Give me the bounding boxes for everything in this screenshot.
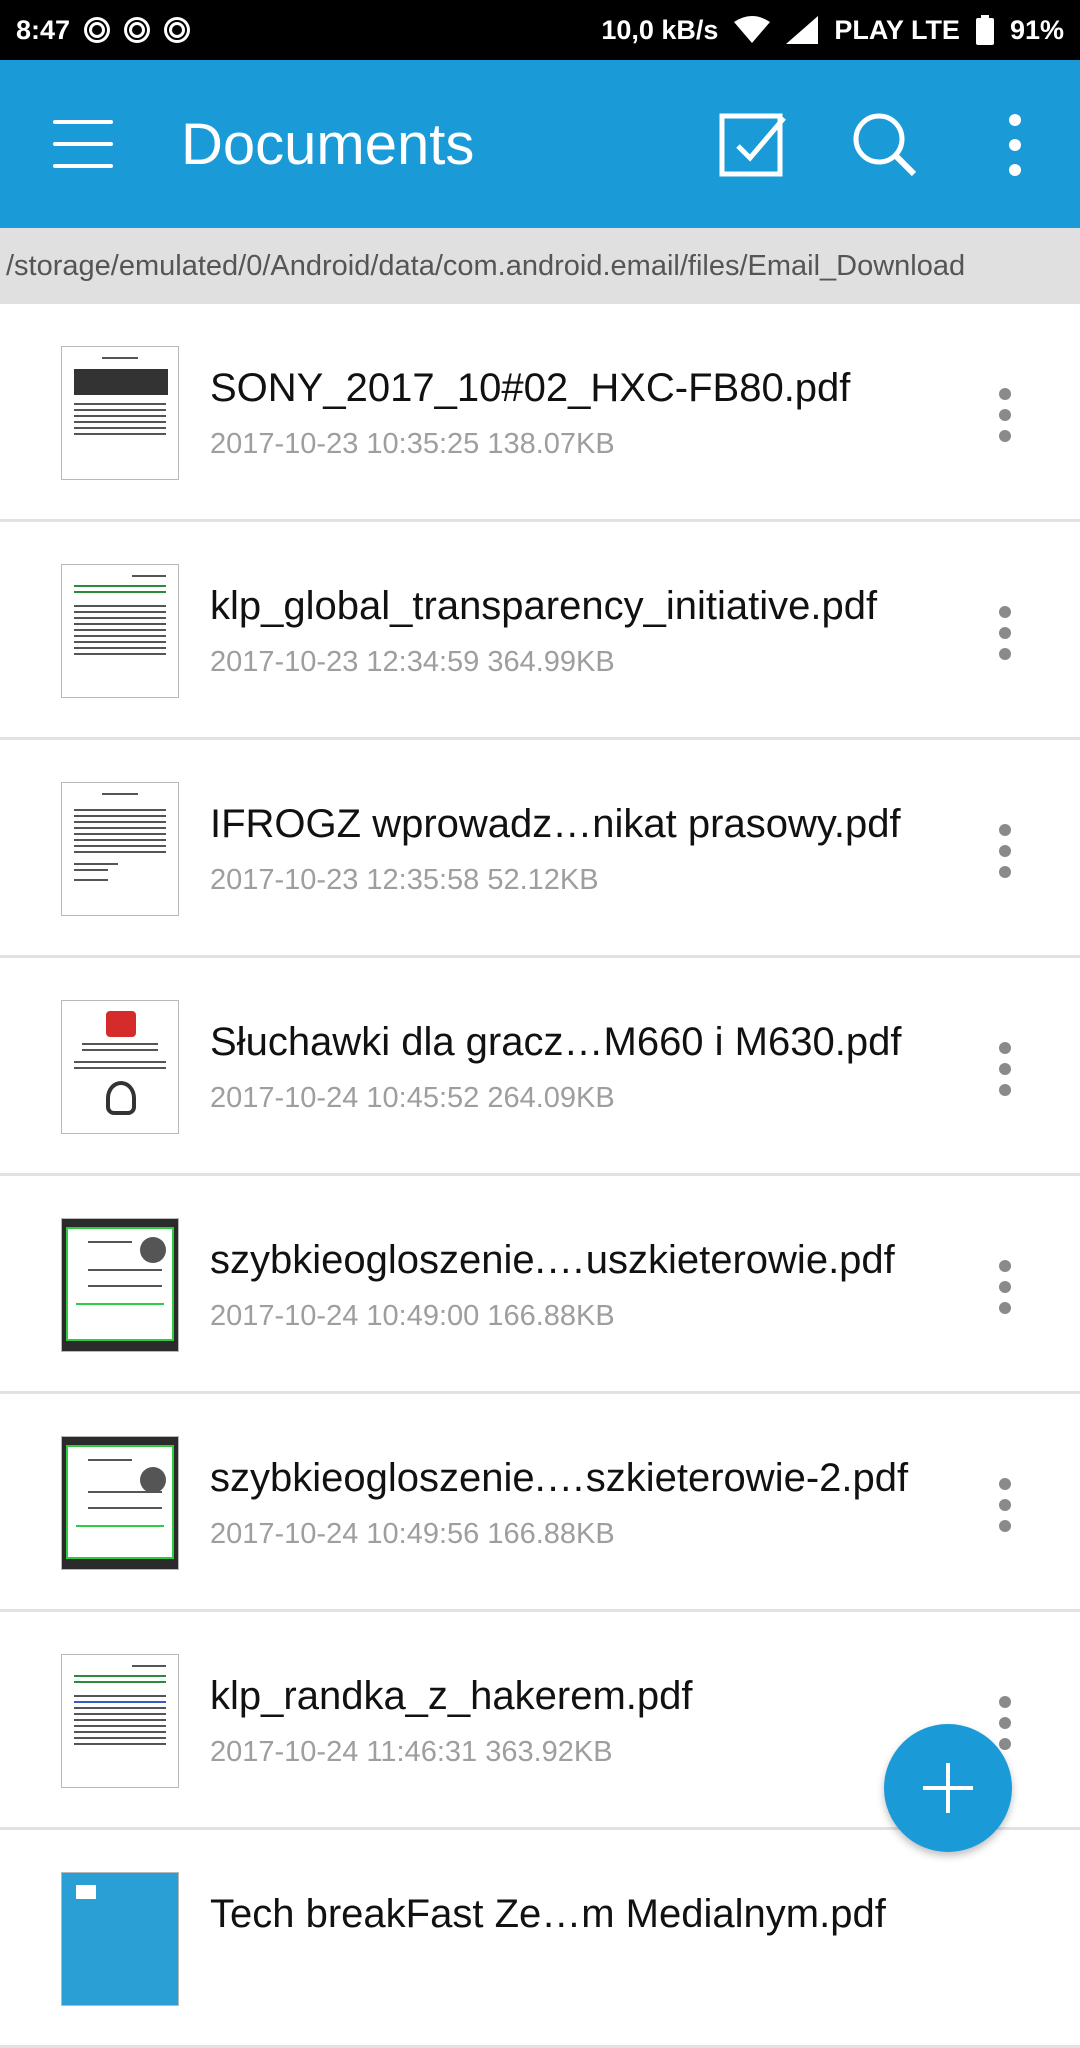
more-options-icon[interactable] bbox=[990, 388, 1020, 442]
battery-icon bbox=[975, 15, 994, 45]
pdf-thumbnail bbox=[61, 1872, 179, 2006]
battery-level: 91% bbox=[1009, 14, 1064, 45]
select-icon[interactable] bbox=[718, 110, 788, 180]
more-options-icon[interactable] bbox=[990, 606, 1020, 660]
more-options-icon[interactable] bbox=[990, 1260, 1020, 1314]
file-meta: 2017-10-24 10:49:00 166.88KB bbox=[210, 1300, 615, 1332]
file-meta: 2017-10-23 12:35:58 52.12KB bbox=[210, 864, 599, 896]
file-meta: 2017-10-23 10:35:25 138.07KB bbox=[210, 428, 615, 460]
list-item[interactable]: SONY_2017_10#02_HXC-FB80.pdf 2017-10-23 … bbox=[0, 304, 1080, 522]
instagram-icon bbox=[164, 17, 191, 43]
g-icon bbox=[84, 17, 111, 43]
more-icon[interactable] bbox=[980, 110, 1050, 180]
file-name: Tech breakFast Ze…m Medialnym.pdf bbox=[210, 1892, 886, 1936]
pdf-thumbnail bbox=[61, 1218, 179, 1352]
file-name: klp_randka_z_hakerem.pdf bbox=[210, 1674, 693, 1718]
file-meta: 2017-10-24 10:45:52 264.09KB bbox=[210, 1082, 615, 1114]
list-item[interactable]: szybkieogloszenie.…uszkieterowie.pdf 201… bbox=[0, 1176, 1080, 1394]
path-breadcrumb[interactable]: /storage/emulated/0/Android/data/com.and… bbox=[0, 228, 1080, 304]
list-item[interactable]: IFROGZ wprowadz…nikat prasowy.pdf 2017-1… bbox=[0, 740, 1080, 958]
menu-icon[interactable] bbox=[53, 120, 113, 170]
page-title: Documents bbox=[181, 112, 475, 177]
list-item[interactable]: szybkieogloszenie.…szkieterowie-2.pdf 20… bbox=[0, 1394, 1080, 1612]
pdf-thumbnail bbox=[61, 346, 179, 480]
clock: 8:47 bbox=[16, 14, 71, 45]
carrier-label: PLAY LTE bbox=[834, 14, 960, 45]
file-name: Słuchawki dla gracz…M660 i M630.pdf bbox=[210, 1020, 902, 1064]
file-meta: 2017-10-24 10:49:56 166.88KB bbox=[210, 1518, 615, 1550]
search-icon[interactable] bbox=[850, 110, 920, 180]
status-bar: 8:47 10,0 kB/s PLAY LTE 91% bbox=[0, 0, 1080, 60]
more-options-icon[interactable] bbox=[990, 1696, 1020, 1750]
list-item[interactable]: Tech breakFast Ze…m Medialnym.pdf bbox=[0, 1830, 1080, 2048]
list-item[interactable]: Słuchawki dla gracz…M660 i M630.pdf 2017… bbox=[0, 958, 1080, 1176]
file-meta: 2017-10-23 12:34:59 364.99KB bbox=[210, 646, 615, 678]
list-item[interactable]: klp_global_transparency_initiative.pdf 2… bbox=[0, 522, 1080, 740]
pdf-thumbnail bbox=[61, 782, 179, 916]
file-name: szybkieogloszenie.…szkieterowie-2.pdf bbox=[210, 1456, 909, 1500]
image-icon bbox=[124, 17, 151, 43]
file-name: klp_global_transparency_initiative.pdf bbox=[210, 584, 878, 628]
add-button[interactable] bbox=[884, 1724, 1012, 1852]
file-name: SONY_2017_10#02_HXC-FB80.pdf bbox=[210, 366, 851, 410]
app-bar: Documents bbox=[0, 60, 1080, 228]
pdf-thumbnail bbox=[61, 564, 179, 698]
file-name: IFROGZ wprowadz…nikat prasowy.pdf bbox=[210, 802, 901, 846]
more-options-icon[interactable] bbox=[990, 1478, 1020, 1532]
pdf-thumbnail bbox=[61, 1000, 179, 1134]
more-options-icon[interactable] bbox=[990, 824, 1020, 878]
pdf-thumbnail bbox=[61, 1436, 179, 1570]
wifi-icon bbox=[734, 16, 771, 43]
network-speed: 10,0 kB/s bbox=[601, 14, 719, 45]
pdf-thumbnail bbox=[61, 1654, 179, 1788]
more-options-icon[interactable] bbox=[990, 1042, 1020, 1096]
file-name: szybkieogloszenie.…uszkieterowie.pdf bbox=[210, 1238, 895, 1282]
file-meta: 2017-10-24 11:46:31 363.92KB bbox=[210, 1736, 613, 1768]
signal-icon bbox=[786, 16, 819, 44]
